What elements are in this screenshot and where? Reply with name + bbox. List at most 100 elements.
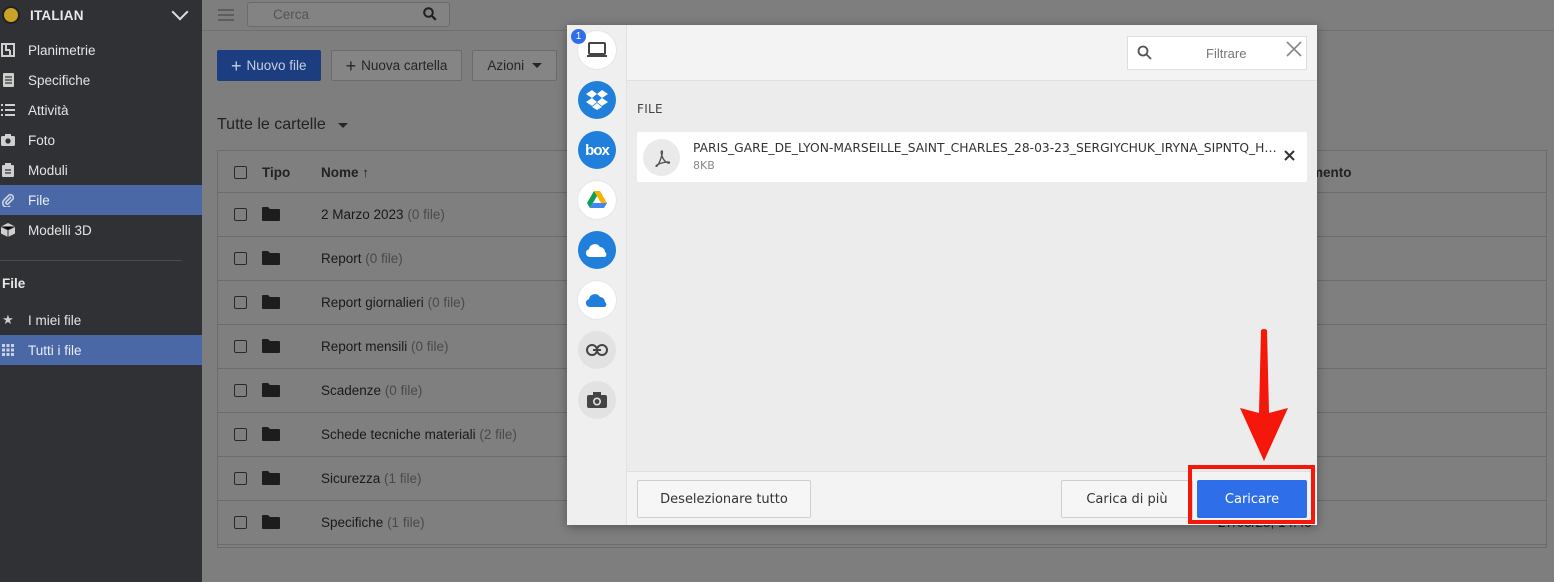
folder-name[interactable]: Report (0 file) [321, 251, 403, 266]
folder-name[interactable]: Schede tecniche materiali (2 file) [321, 427, 517, 442]
row-checkbox[interactable] [234, 208, 247, 221]
search-input[interactable]: Cerca [247, 2, 450, 27]
file-nav: ★ I miei file Tutti i file [0, 305, 202, 365]
upload-dialog: 1 box Filtrare FILE PARIS_GARE_DE_LYON-M… [567, 25, 1317, 525]
row-checkbox[interactable] [234, 340, 247, 353]
close-icon[interactable] [1284, 39, 1304, 59]
search-icon [1137, 45, 1152, 60]
specs-icon [0, 72, 16, 88]
source-onedrive-business[interactable] [578, 281, 616, 319]
source-box[interactable]: box [578, 131, 616, 169]
sidebar-item-tutti-i-file[interactable]: Tutti i file [0, 335, 202, 365]
selected-file-item[interactable]: PARIS_GARE_DE_LYON-MARSEILLE_SAINT_CHARL… [637, 132, 1307, 182]
sidebar-item-label: Tutti i file [28, 342, 82, 358]
file-section-title: File [2, 276, 26, 291]
source-camera[interactable] [578, 381, 616, 419]
load-more-button[interactable]: Carica di più [1061, 480, 1193, 518]
sidebar-item-label: I miei file [28, 312, 82, 328]
folder-icon [262, 515, 280, 529]
floorplan-icon [0, 42, 16, 58]
toolbar: + Nuovo file + Nuova cartella Azioni [217, 50, 558, 81]
sidebar-item-label: Attività [28, 102, 69, 118]
sidebar-item-modelli-3d[interactable]: Modelli 3D [0, 215, 202, 245]
filter-input[interactable]: Filtrare [1127, 36, 1307, 70]
folder-icon [262, 383, 280, 397]
sidebar-item-attivita[interactable]: Attività [0, 95, 202, 125]
camera-icon [587, 392, 607, 408]
sidebar-item-label: Foto [28, 132, 56, 148]
link-icon [586, 344, 608, 356]
folder-icon [262, 295, 280, 309]
column-tipo[interactable]: Tipo [262, 165, 290, 180]
paperclip-icon [0, 192, 16, 208]
chevron-down-icon[interactable] [171, 3, 189, 21]
caret-down-icon [337, 122, 348, 128]
folder-name[interactable]: Sicurezza (1 file) [321, 471, 422, 486]
folder-name[interactable]: Report mensili (0 file) [321, 339, 449, 354]
folder-name[interactable]: 2 Marzo 2023 (0 file) [321, 207, 445, 222]
sidebar-item-foto[interactable]: Foto [0, 125, 202, 155]
folder-name[interactable]: Scadenze (0 file) [321, 383, 422, 398]
search-icon[interactable] [423, 7, 437, 24]
sidebar-item-i-miei-file[interactable]: ★ I miei file [0, 305, 202, 335]
project-name: ITALIAN [30, 7, 84, 23]
sidebar-item-label: File [28, 192, 50, 208]
column-nome[interactable]: Nome ↑ [321, 165, 369, 180]
select-all-checkbox[interactable] [234, 166, 247, 179]
selected-count-badge: 1 [571, 29, 586, 44]
google-drive-icon [587, 191, 607, 208]
source-dropbox[interactable] [578, 81, 616, 119]
source-onedrive[interactable] [578, 231, 616, 269]
remove-file-icon[interactable] [1284, 150, 1295, 161]
upload-source-bar: 1 box [567, 25, 627, 525]
hamburger-menu-icon[interactable] [218, 6, 234, 24]
onedrive-business-icon [585, 294, 607, 307]
folder-icon [262, 339, 280, 353]
sidebar-item-file[interactable]: File [0, 185, 202, 215]
file-name: PARIS_GARE_DE_LYON-MARSEILLE_SAINT_CHARL… [693, 141, 1278, 155]
project-selector[interactable]: ITALIAN [0, 0, 202, 30]
file-size: 8KB [693, 159, 715, 172]
file-section-label: FILE [637, 102, 663, 116]
new-file-button[interactable]: + Nuovo file [217, 50, 321, 81]
folder-name[interactable]: Report giornalieri (0 file) [321, 295, 465, 310]
folder-name[interactable]: Specifiche (1 file) [321, 515, 425, 530]
sidebar-item-label: Planimetrie [28, 42, 96, 58]
folder-icon [262, 471, 280, 485]
box-icon: box [585, 141, 610, 159]
clipboard-icon [0, 162, 16, 178]
folder-view-title[interactable]: Tutte le cartelle [217, 116, 348, 134]
folder-view-title-text: Tutte le cartelle [217, 116, 326, 133]
sidebar-item-planimetrie[interactable]: Planimetrie [0, 35, 202, 65]
sidebar-item-moduli[interactable]: Moduli [0, 155, 202, 185]
row-checkbox[interactable] [234, 428, 247, 441]
source-google-drive[interactable] [578, 181, 616, 219]
main-nav: Planimetrie Specifiche Attività Foto Mod… [0, 35, 202, 245]
sidebar-item-specifiche[interactable]: Specifiche [0, 65, 202, 95]
sidebar-item-label: Modelli 3D [28, 222, 92, 238]
deselect-all-button[interactable]: Deselezionare tutto [637, 480, 811, 518]
row-checkbox[interactable] [234, 472, 247, 485]
sidebar-divider [0, 260, 182, 261]
plus-icon: + [231, 55, 242, 76]
sidebar: ITALIAN Planimetrie Specifiche Attività [0, 0, 202, 582]
filter-placeholder: Filtrare [1206, 46, 1247, 61]
cube-icon [0, 222, 16, 238]
highlight-box [1188, 465, 1315, 524]
row-checkbox[interactable] [234, 252, 247, 265]
actions-dropdown[interactable]: Azioni [472, 50, 558, 81]
dropbox-icon [586, 90, 608, 110]
camera-icon [0, 132, 16, 148]
actions-label: Azioni [487, 58, 525, 73]
star-icon: ★ [2, 312, 14, 327]
pdf-file-icon [643, 139, 680, 176]
source-link[interactable] [578, 331, 616, 369]
row-checkbox[interactable] [234, 384, 247, 397]
row-checkbox[interactable] [234, 516, 247, 529]
computer-icon [587, 42, 607, 57]
new-file-label: Nuovo file [246, 58, 307, 73]
row-checkbox[interactable] [234, 296, 247, 309]
new-folder-button[interactable]: + Nuova cartella [330, 50, 463, 81]
column-aggiornamento[interactable]: mento [1311, 165, 1352, 180]
plus-icon: + [345, 55, 357, 76]
